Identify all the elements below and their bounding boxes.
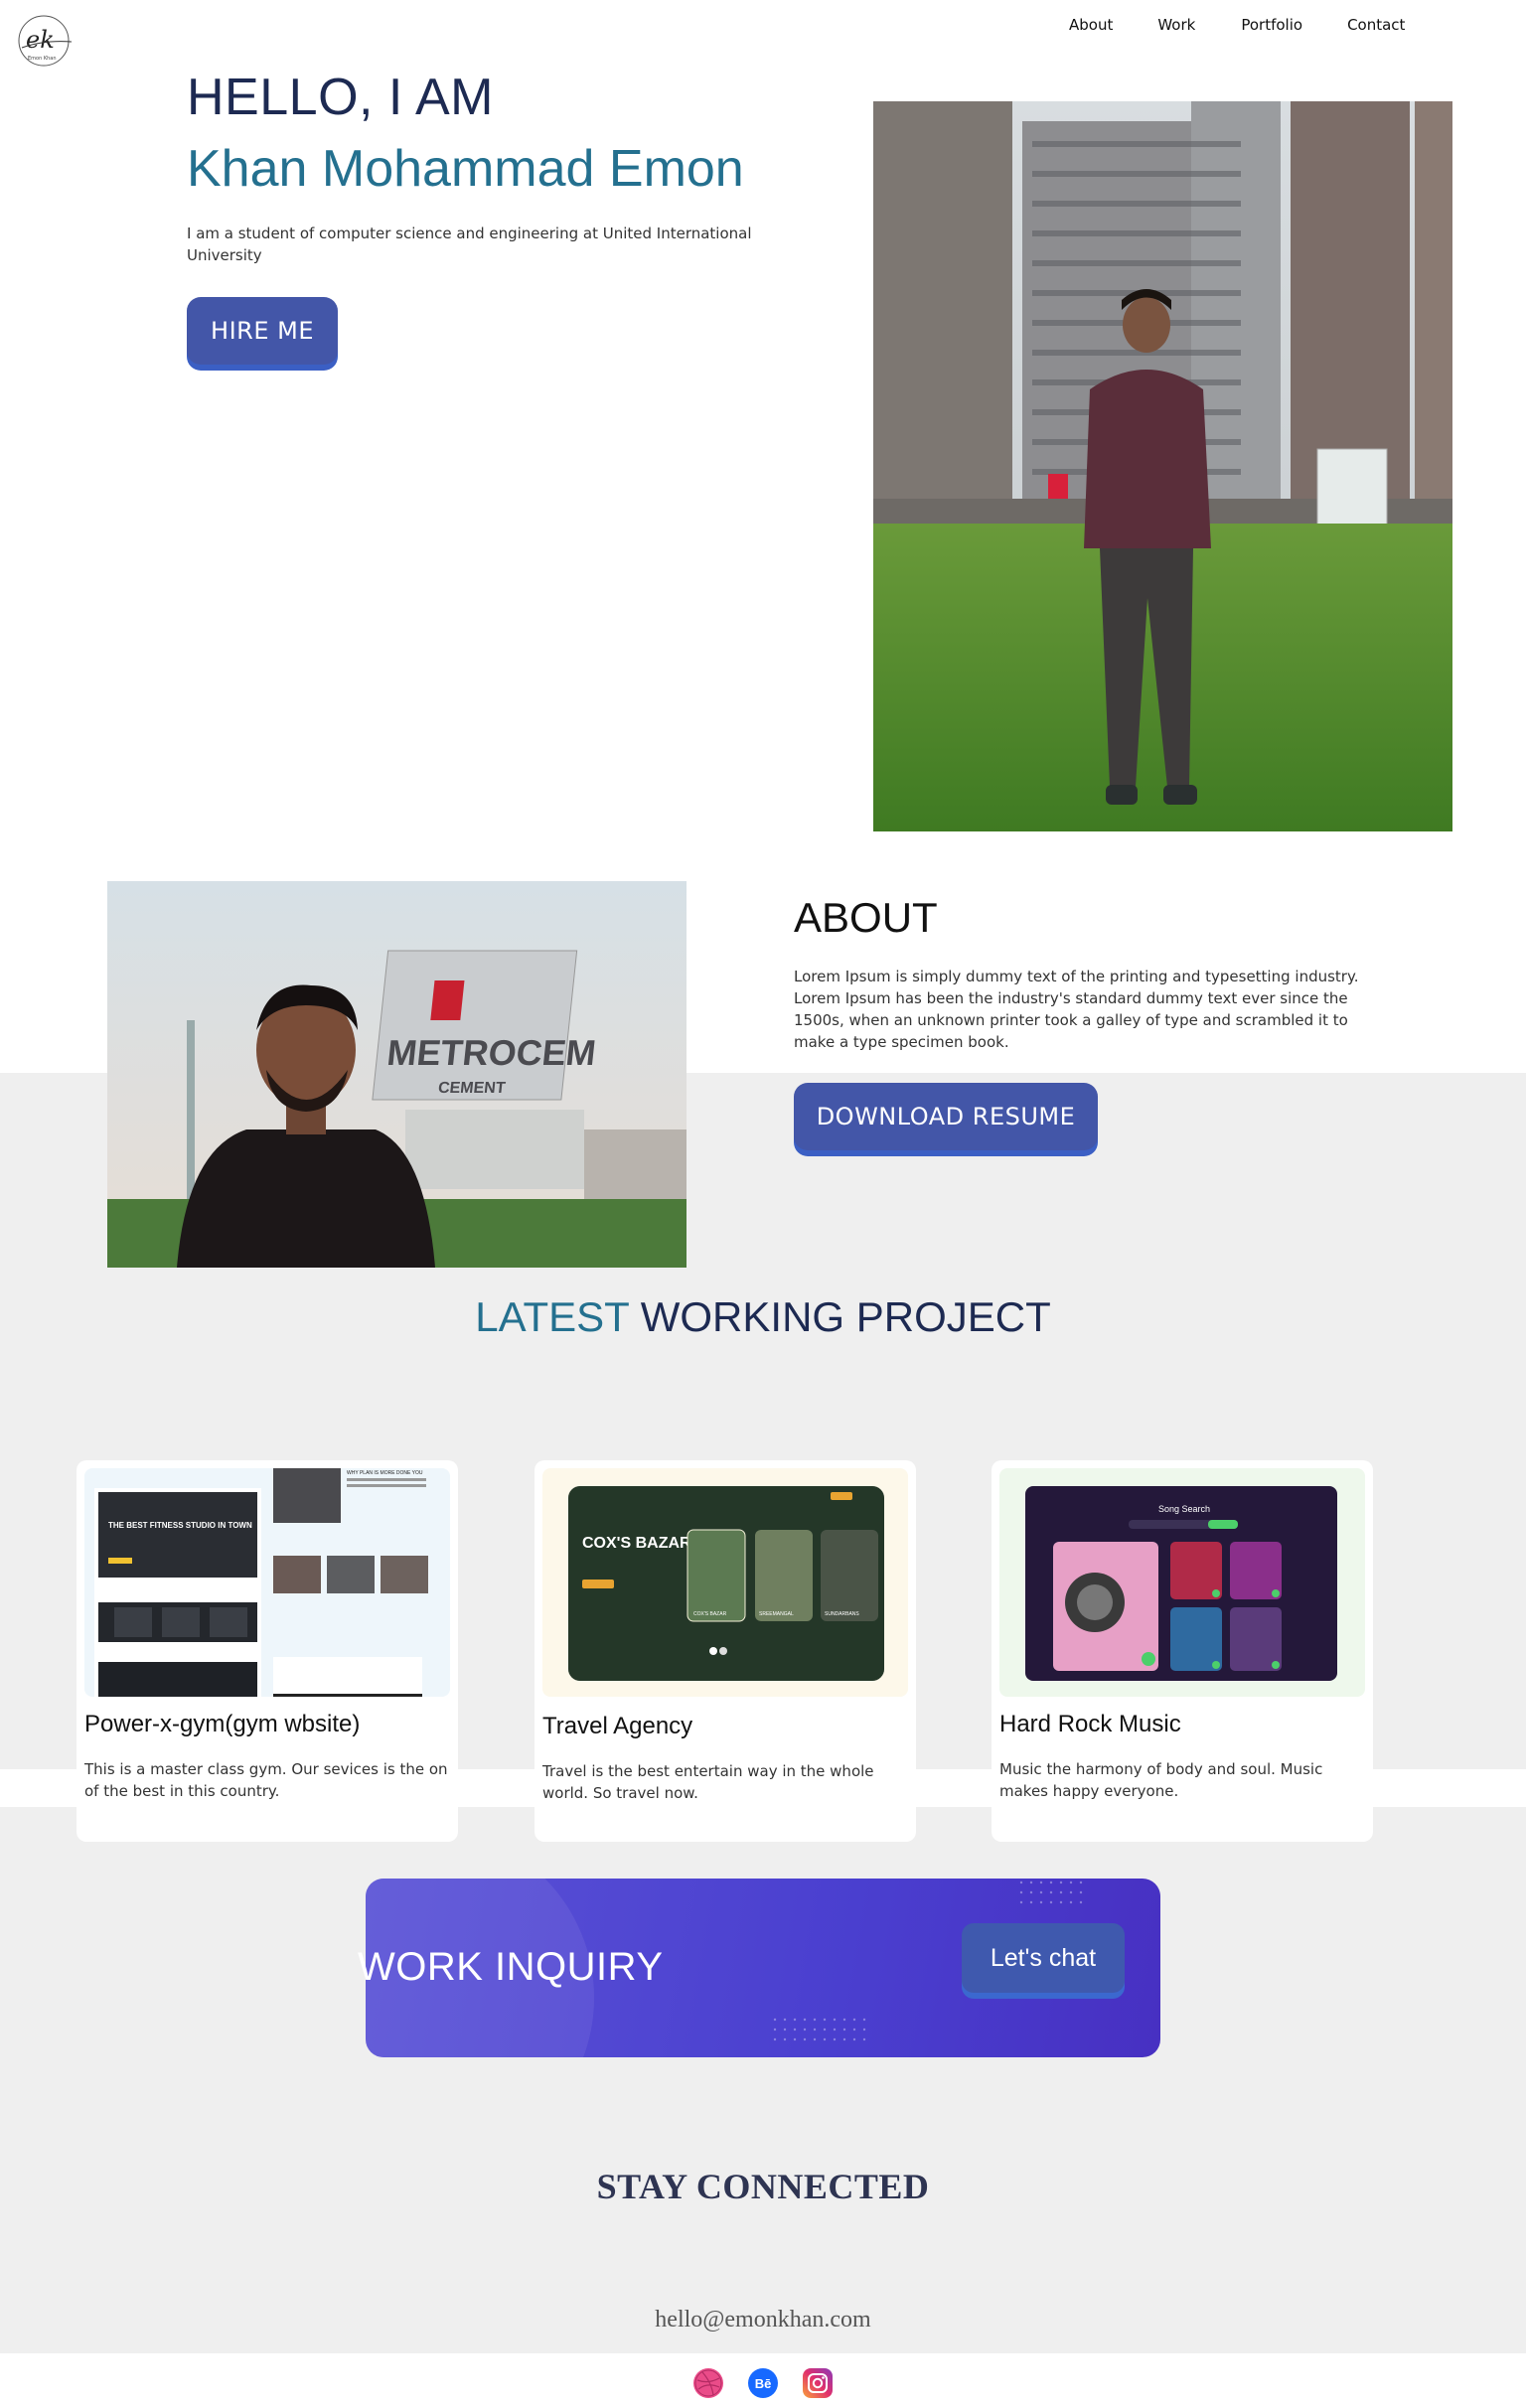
travel-chip-1: COX'S BAZAR <box>693 1611 727 1617</box>
hero-portrait-photo <box>873 101 1452 831</box>
project-title: Travel Agency <box>542 1713 693 1739</box>
project-title: Hard Rock Music <box>999 1711 1181 1737</box>
project-card-travel[interactable]: COX'S BAZAR COX'S BAZAR SREEMANGAL SUNDA… <box>534 1460 916 1842</box>
travel-hero-text: COX'S BAZAR <box>582 1535 691 1552</box>
gym-side-text: WHY PLAN IS MORE DONE YOU <box>347 1470 423 1476</box>
about-photo: METROCEM CEMENT <box>107 881 687 1268</box>
hero-name: Khan Mohammad Emon <box>187 140 744 198</box>
nav-work[interactable]: Work <box>1157 16 1195 34</box>
project-description: Music the harmony of body and soul. Musi… <box>999 1760 1323 1800</box>
project-thumbnail-gym: THE BEST FITNESS STUDIO IN TOWN WHY PLAN… <box>84 1468 450 1697</box>
projects-heading-rest: WORKING PROJECT <box>640 1293 1051 1340</box>
lets-chat-button[interactable]: Let's chat <box>962 1923 1125 1993</box>
dribbble-icon[interactable] <box>693 2368 723 2398</box>
hero-greeting: HELLO, I AM <box>187 69 494 126</box>
logo-signature: Emon Khan <box>28 56 57 62</box>
gym-hero-text: THE BEST FITNESS STUDIO IN TOWN <box>108 1521 252 1530</box>
logo-monogram: ek <box>26 26 55 54</box>
project-thumbnail-travel: COX'S BAZAR COX'S BAZAR SREEMANGAL SUNDA… <box>542 1468 908 1697</box>
projects-heading: LATEST WORKING PROJECT <box>0 1293 1526 1341</box>
about-title: ABOUT <box>794 894 938 941</box>
hero-description: I am a student of computer science and e… <box>187 225 752 264</box>
main-nav: About Work Portfolio Contact <box>1069 16 1405 34</box>
travel-chip-2: SREEMANGAL <box>759 1611 794 1617</box>
site-logo[interactable]: ek Emon Khan <box>14 12 76 70</box>
project-title: Power-x-gym(gym wbsite) <box>84 1711 361 1737</box>
project-thumbnail-music: Song Search <box>999 1468 1365 1697</box>
about-text: Lorem Ipsum is simply dummy text of the … <box>794 968 1359 1051</box>
metrocem-sign-sub: CEMENT <box>437 1079 507 1097</box>
project-card-music[interactable]: Song Search Hard Rock Music Music the ha… <box>992 1460 1373 1842</box>
nav-about[interactable]: About <box>1069 16 1113 34</box>
hire-me-button[interactable]: HIRE ME <box>187 297 338 365</box>
stay-connected-heading: STAY CONNECTED <box>596 2167 930 2206</box>
nav-portfolio[interactable]: Portfolio <box>1241 16 1302 34</box>
contact-email[interactable]: hello@emonkhan.com <box>0 2307 1526 2333</box>
project-description: This is a master class gym. Our sevices … <box>84 1760 448 1800</box>
download-resume-button[interactable]: DOWNLOAD RESUME <box>794 1083 1098 1150</box>
instagram-icon[interactable] <box>803 2368 833 2398</box>
project-card-gym[interactable]: THE BEST FITNESS STUDIO IN TOWN WHY PLAN… <box>76 1460 458 1842</box>
projects-heading-accent: LATEST <box>475 1293 630 1340</box>
music-search-label: Song Search <box>1158 1504 1210 1514</box>
nav-contact[interactable]: Contact <box>1347 16 1405 34</box>
travel-chip-3: SUNDARBANS <box>825 1611 859 1617</box>
behance-icon[interactable]: Bē <box>748 2368 778 2398</box>
metrocem-sign: METROCEM <box>385 1032 598 1073</box>
project-description: Travel is the best entertain way in the … <box>542 1762 874 1802</box>
work-inquiry-title: WORK INQUIRY <box>358 1945 664 1989</box>
